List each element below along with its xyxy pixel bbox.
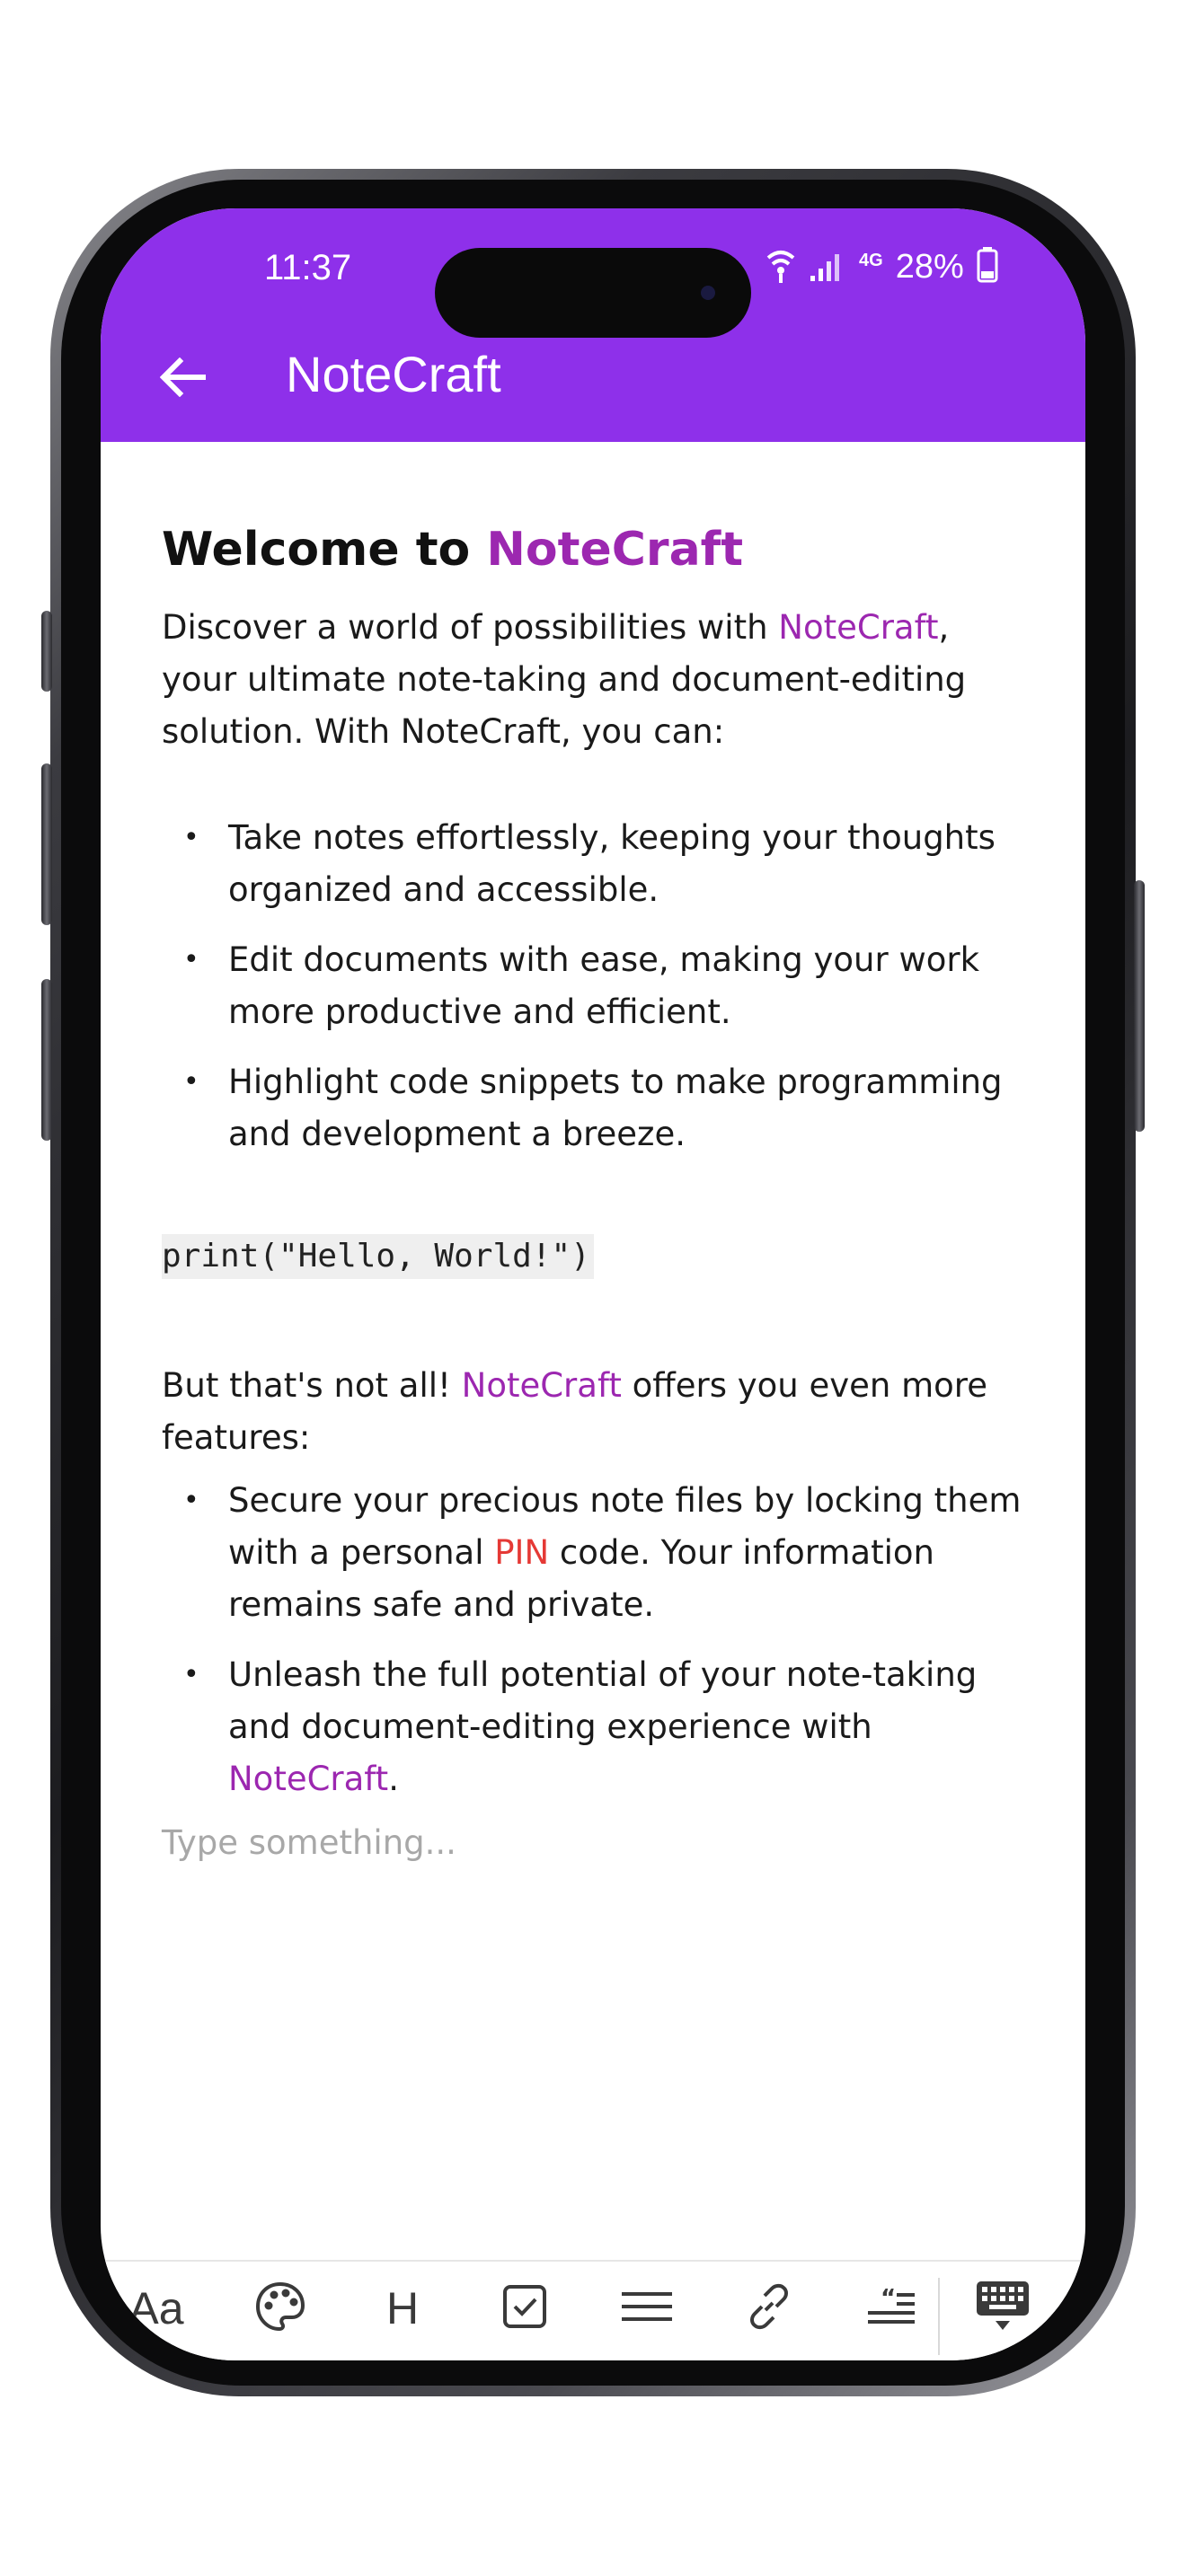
- link-button[interactable]: [735, 2274, 803, 2342]
- more-text-a: But that's not all!: [162, 1366, 462, 1405]
- intro-brand: NoteCraft: [778, 608, 939, 647]
- palette-icon: [254, 2280, 306, 2336]
- signal-icon: [809, 247, 846, 287]
- network-type: 4G: [859, 250, 883, 270]
- svg-text:“: “: [881, 2285, 896, 2312]
- volume-down-button: [41, 979, 52, 1141]
- list-item: Highlight code snippets to make programm…: [162, 1056, 1024, 1160]
- quote-button[interactable]: “: [857, 2274, 925, 2342]
- pin-highlight: PIN: [494, 1533, 550, 1572]
- list-item: Take notes effortlessly, keeping your th…: [162, 812, 1024, 916]
- heading-button[interactable]: H: [368, 2274, 437, 2342]
- checklist-button[interactable]: [491, 2274, 559, 2342]
- editor-content[interactable]: Welcome to NoteCraft Discover a world of…: [162, 523, 1024, 1862]
- hide-keyboard-button[interactable]: [969, 2274, 1037, 2342]
- toolbar-divider: [938, 2278, 940, 2355]
- volume-up-button: [41, 763, 52, 925]
- back-button[interactable]: [147, 343, 219, 415]
- text-style-button[interactable]: Aa: [122, 2274, 190, 2342]
- link-icon: [742, 2280, 796, 2337]
- phone-screen: 11:37 4G 28% NoteCraft Welcome to NoteCr…: [101, 208, 1085, 2360]
- last-text-b: .: [388, 1760, 399, 1798]
- code-snippet: print("Hello, World!"): [162, 1234, 594, 1279]
- formatting-toolbar: Aa H “: [101, 2260, 1085, 2360]
- app-bar: 11:37 4G 28% NoteCraft: [101, 208, 1085, 442]
- last-brand: NoteCraft: [228, 1760, 389, 1798]
- keyboard-icon: [975, 2280, 1031, 2337]
- checkbox-icon: [500, 2282, 549, 2334]
- battery-icon: [977, 246, 998, 287]
- align-icon: [620, 2287, 674, 2330]
- extra-feature-list: Secure your precious note files by locki…: [162, 1475, 1024, 1805]
- heading-icon: H: [385, 2283, 420, 2333]
- status-time: 11:37: [264, 248, 352, 287]
- color-button[interactable]: [246, 2274, 314, 2342]
- more-brand: NoteCraft: [461, 1366, 622, 1405]
- intro-text-a: Discover a world of possibilities with: [162, 608, 779, 647]
- list-item: Unleash the full potential of your note-…: [162, 1649, 1024, 1805]
- editor-placeholder[interactable]: Type something...: [162, 1823, 1024, 1862]
- power-button: [1134, 880, 1145, 1132]
- intro-paragraph: Discover a world of possibilities with N…: [162, 602, 1024, 758]
- list-item: Secure your precious note files by locki…: [162, 1475, 1024, 1631]
- dynamic-island: [435, 248, 751, 338]
- last-text-a: Unleash the full potential of your note-…: [228, 1655, 978, 1746]
- document-heading: Welcome to NoteCraft: [162, 523, 1024, 577]
- status-icons: 4G 28%: [766, 244, 998, 289]
- text-style-icon: Aa: [128, 2283, 184, 2333]
- app-title: NoteCraft: [286, 346, 501, 402]
- feature-list: Take notes effortlessly, keeping your th…: [162, 812, 1024, 1160]
- heading-brand: NoteCraft: [486, 523, 744, 577]
- camera-dot: [701, 286, 715, 300]
- more-features-paragraph: But that's not all! NoteCraft offers you…: [162, 1360, 1024, 1464]
- action-button: [41, 611, 52, 692]
- arrow-left-icon: [159, 357, 207, 401]
- list-item: Edit documents with ease, making your wo…: [162, 934, 1024, 1038]
- heading-prefix: Welcome to: [162, 523, 487, 577]
- battery-percent: 28%: [895, 247, 964, 286]
- alignment-button[interactable]: [613, 2274, 681, 2342]
- quote-icon: “: [864, 2284, 918, 2333]
- wifi-icon: [766, 247, 796, 287]
